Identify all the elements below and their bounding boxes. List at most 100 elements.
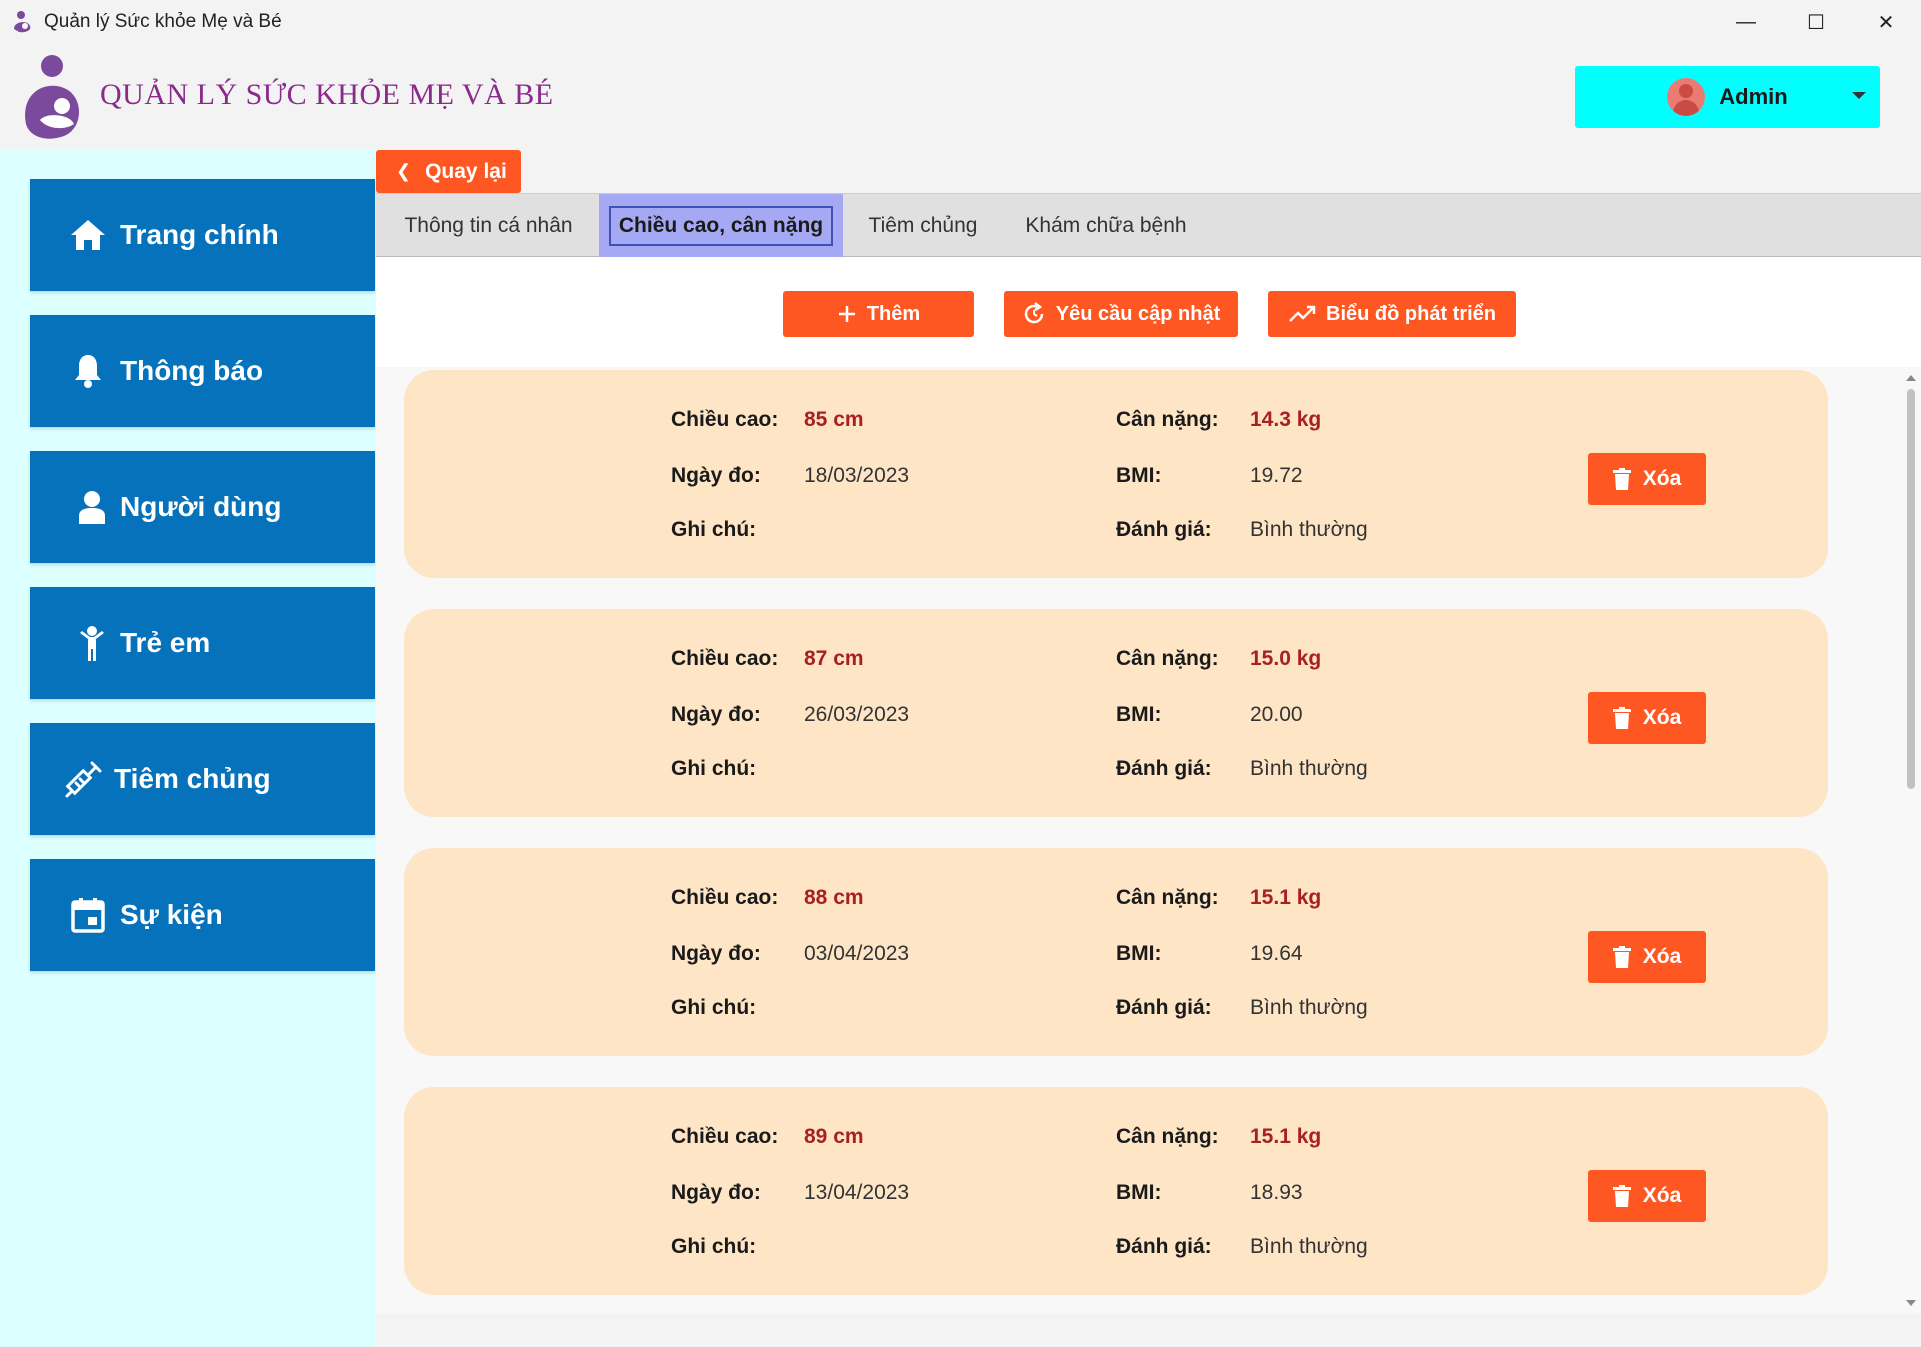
bmi-value: 20.00 [1250, 703, 1303, 726]
delete-label: Xóa [1642, 706, 1682, 729]
user-icon [72, 487, 112, 527]
sidebar-item-label: Tiêm chủng [114, 763, 271, 794]
delete-button[interactable]: Xóa [1588, 931, 1706, 983]
note-label: Ghi chú: [671, 518, 757, 541]
sidebar-item-label: Trang chính [120, 219, 279, 250]
trash-icon [1612, 707, 1631, 729]
back-button[interactable]: ❮ Quay lại [376, 150, 521, 193]
tab-bar: Thông tin cá nhân Chiều cao, cân nặng Ti… [376, 193, 1921, 257]
weight-value: 15.1 kg [1250, 1125, 1322, 1148]
tab-medical-exam[interactable]: Khám chữa bệnh [1003, 194, 1209, 257]
user-name: Admin [1719, 84, 1788, 109]
back-button-label: Quay lại [425, 159, 507, 183]
trash-icon [1612, 946, 1631, 968]
refresh-icon [1022, 302, 1046, 326]
app-header: QUẢN LÝ SỨC KHỎE MẸ VÀ BÉ Admin [0, 44, 1921, 149]
sidebar-item-home[interactable]: Trang chính [30, 179, 375, 291]
delete-button[interactable]: Xóa [1588, 692, 1706, 744]
add-button[interactable]: Thêm [783, 291, 974, 337]
tab-label: Chiều cao, cân nặng [608, 205, 834, 246]
scroll-up-arrow-icon[interactable] [1906, 375, 1916, 381]
assessment-value: Bình thường [1250, 1235, 1368, 1258]
assessment-label: Đánh giá: [1116, 1235, 1212, 1258]
weight-label: Cân nặng: [1116, 886, 1219, 909]
weight-label: Cân nặng: [1116, 1125, 1219, 1148]
tab-vaccination[interactable]: Tiêm chủng [843, 194, 1003, 257]
date-value: 03/04/2023 [804, 942, 910, 965]
date-value: 13/04/2023 [804, 1181, 910, 1204]
sidebar-item-users[interactable]: Người dùng [30, 451, 375, 563]
growth-chart-button[interactable]: Biểu đồ phát triển [1268, 291, 1516, 337]
tab-personal-info[interactable]: Thông tin cá nhân [376, 194, 601, 257]
sidebar-item-label: Sự kiện [120, 899, 223, 930]
user-avatar-icon [1667, 78, 1706, 116]
minimize-button[interactable]: — [1711, 0, 1781, 44]
weight-label: Cân nặng: [1116, 408, 1219, 431]
bmi-label: BMI: [1116, 1181, 1162, 1204]
sidebar-item-vaccination[interactable]: Tiêm chủng [30, 723, 375, 835]
request-update-button[interactable]: Yêu cầu cập nhật [1004, 291, 1238, 337]
sidebar-item-notifications[interactable]: Thông báo [30, 315, 375, 427]
assessment-value: Bình thường [1250, 518, 1368, 541]
date-label: Ngày đo: [671, 703, 761, 726]
record-card: Chiều cao: 89 cm Ngày đo: 13/04/2023 Ghi… [404, 1087, 1828, 1295]
bmi-label: BMI: [1116, 703, 1162, 726]
assessment-value: Bình thường [1250, 996, 1368, 1019]
height-label: Chiều cao: [671, 886, 779, 909]
scrollbar-thumb[interactable] [1907, 389, 1915, 789]
date-value: 26/03/2023 [804, 703, 910, 726]
height-label: Chiều cao: [671, 408, 779, 431]
add-button-label: Thêm [866, 302, 921, 325]
weight-value: 15.0 kg [1250, 647, 1322, 670]
assessment-label: Đánh giá: [1116, 518, 1212, 541]
vertical-scrollbar[interactable] [1901, 367, 1921, 1314]
sidebar-item-events[interactable]: Sự kiện [30, 859, 375, 971]
tab-label: Khám chữa bệnh [1025, 213, 1187, 237]
mother-baby-logo-icon [25, 55, 79, 139]
window-title: Quản lý Sức khỏe Mẹ và Bé [44, 11, 282, 32]
record-list[interactable]: Chiều cao: 85 cm Ngày đo: 18/03/2023 Ghi… [376, 367, 1901, 1314]
date-label: Ngày đo: [671, 942, 761, 965]
delete-label: Xóa [1642, 1184, 1682, 1207]
date-label: Ngày đo: [671, 1181, 761, 1204]
calendar-icon [68, 895, 108, 935]
bell-icon [68, 351, 108, 391]
height-value: 89 cm [804, 1125, 864, 1148]
delete-button[interactable]: Xóa [1588, 1170, 1706, 1222]
scroll-down-arrow-icon[interactable] [1906, 1300, 1916, 1306]
sidebar-item-label: Trẻ em [120, 627, 211, 658]
bmi-value: 19.64 [1250, 942, 1303, 965]
maximize-button[interactable]: ☐ [1781, 0, 1851, 44]
trash-icon [1612, 468, 1631, 490]
bottom-strip [376, 1314, 1921, 1347]
bmi-value: 18.93 [1250, 1181, 1303, 1204]
weight-value: 15.1 kg [1250, 886, 1322, 909]
tab-height-weight[interactable]: Chiều cao, cân nặng [599, 194, 843, 257]
delete-label: Xóa [1642, 945, 1682, 968]
home-icon [68, 215, 108, 255]
record-card: Chiều cao: 87 cm Ngày đo: 26/03/2023 Ghi… [404, 609, 1828, 817]
date-label: Ngày đo: [671, 464, 761, 487]
sidebar-item-children[interactable]: Trẻ em [30, 587, 375, 699]
date-value: 18/03/2023 [804, 464, 910, 487]
growth-chart-label: Biểu đồ phát triển [1326, 302, 1496, 325]
height-label: Chiều cao: [671, 647, 779, 670]
child-icon [72, 623, 112, 663]
height-value: 88 cm [804, 886, 864, 909]
chevron-left-icon: ❮ [396, 161, 412, 181]
note-label: Ghi chú: [671, 757, 757, 780]
note-label: Ghi chú: [671, 996, 757, 1019]
user-menu-button[interactable]: Admin [1575, 66, 1880, 128]
syringe-icon [64, 759, 104, 799]
close-button[interactable]: ✕ [1851, 0, 1921, 44]
delete-button[interactable]: Xóa [1588, 453, 1706, 505]
tab-label: Tiêm chủng [868, 213, 978, 237]
weight-label: Cân nặng: [1116, 647, 1219, 670]
window-controls: — ☐ ✕ [1711, 0, 1921, 44]
record-card: Chiều cao: 85 cm Ngày đo: 18/03/2023 Ghi… [404, 370, 1828, 578]
height-value: 85 cm [804, 408, 864, 431]
window-titlebar: Quản lý Sức khỏe Mẹ và Bé — ☐ ✕ [0, 0, 1921, 44]
main-content: Thêm Yêu cầu cập nhật Biểu đồ phát triển… [376, 257, 1921, 1314]
height-value: 87 cm [804, 647, 864, 670]
bmi-label: BMI: [1116, 942, 1162, 965]
